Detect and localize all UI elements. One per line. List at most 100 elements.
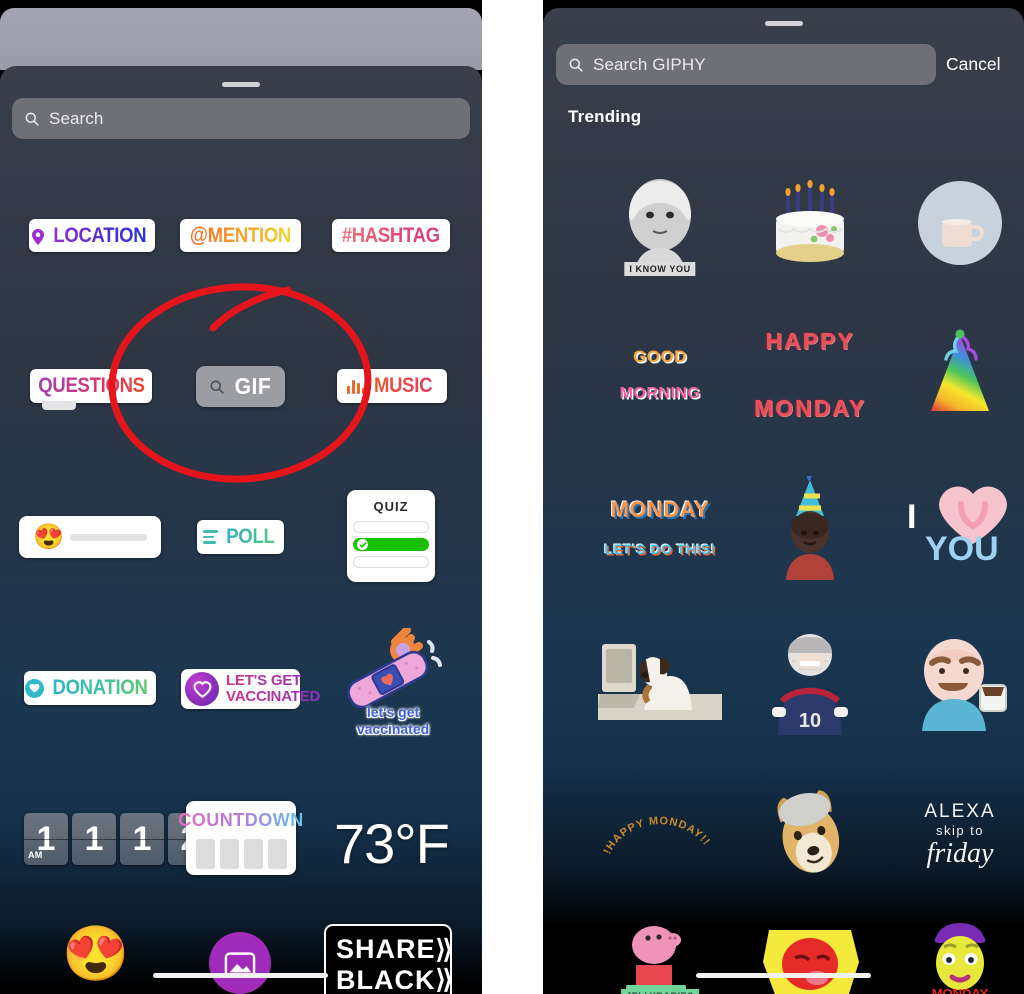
gif-caption: JELLYBABIES <box>621 989 699 994</box>
home-indicator[interactable] <box>696 973 871 978</box>
right-phone-panel: Search GIPHY Cancel Trending I KNOW YOU <box>543 0 1024 994</box>
gif-caption: I KNOW YOU <box>624 262 696 276</box>
share-black-line1: SHARE <box>336 934 436 964</box>
illustration-peppa <box>624 926 686 994</box>
photo-dog-computer <box>598 644 722 720</box>
sheet-grabber[interactable] <box>222 82 260 87</box>
sheet-grabber[interactable] <box>764 21 803 26</box>
sticker-bandage-vaccinated[interactable]: let's get vaccinated <box>333 626 453 748</box>
illustration-zombie <box>934 923 986 990</box>
arc-caption: !HAPPY MONDAY!! <box>601 815 711 856</box>
good-morning-line2: MORNING <box>619 384 701 402</box>
illustration-party-hat <box>931 329 989 411</box>
sticker-music-label: MUSIC <box>374 374 433 397</box>
sticker-share-black[interactable]: SHARE BLACK ⟩⟩ ⟩⟩ <box>324 924 453 994</box>
sticker-poll-label: POLL <box>226 525 275 548</box>
vaccinated-line1: LET'S GET <box>226 672 302 689</box>
good-morning-text: GOOD MORNING <box>620 330 701 421</box>
gif-doge[interactable] <box>735 780 885 890</box>
alexa-line1: ALEXA <box>924 800 996 822</box>
gif-happy-monday[interactable]: HAPPY MONDAY <box>735 320 885 430</box>
equalizer-bars-icon <box>347 379 366 394</box>
gif-birthday-cake[interactable] <box>735 168 885 278</box>
gif-peppa-pig[interactable]: JELLYBABIES <box>585 923 735 994</box>
quiz-option-3[interactable] <box>353 556 429 568</box>
sticker-mention[interactable]: @MENTION <box>180 219 301 252</box>
bandage-label: let's get vaccinated <box>333 704 453 738</box>
sticker-gif-selected[interactable]: GIF <box>196 366 285 407</box>
gif-happy-monday-arc[interactable]: !HAPPY MONDAY!! <box>585 780 735 890</box>
photo-bw-woman <box>629 179 691 275</box>
poll-bars-icon <box>203 530 219 544</box>
check-icon <box>357 539 368 550</box>
search-icon <box>569 58 583 72</box>
sticker-hashtag-label: #HASHTAG <box>341 223 441 247</box>
quiz-option-1[interactable] <box>353 521 429 533</box>
search-input[interactable]: Search <box>12 98 470 139</box>
giphy-sheet: Search GIPHY Cancel Trending I KNOW YOU <box>543 8 1024 994</box>
gif-i-love-you[interactable]: I YOU <box>885 473 1024 583</box>
alexa-text: ALEXA skip to friday <box>924 801 995 870</box>
sticker-temperature[interactable]: 73°F <box>334 811 450 876</box>
sticker-quiz[interactable]: QUIZ <box>347 490 435 582</box>
sticker-location-label: LOCATION <box>53 223 147 247</box>
vaccinated-label: LET'S GET VACCINATED <box>226 673 320 705</box>
gif-caption: MONDAY <box>931 986 989 994</box>
quiz-option-2-correct[interactable] <box>353 538 429 551</box>
giphy-search-input[interactable]: Search GIPHY <box>556 44 936 85</box>
svg-text:!HAPPY MONDAY!!: !HAPPY MONDAY!! <box>601 815 712 856</box>
sticker-emoji-heart-eyes[interactable]: 😍 <box>62 927 129 981</box>
sticker-donation[interactable]: DONATION <box>24 671 156 705</box>
home-indicator[interactable] <box>153 973 328 978</box>
heart-badge-icon <box>185 672 219 706</box>
emoji-slider-emoji: 😍 <box>33 522 65 551</box>
bandage-flower-icon <box>347 626 442 709</box>
sticker-mention-label: @MENTION <box>189 223 292 247</box>
sticker-purple-circle[interactable] <box>209 932 271 994</box>
search-icon <box>25 112 39 126</box>
search-icon <box>210 380 224 394</box>
sticker-hashtag[interactable]: #HASHTAG <box>332 219 450 252</box>
sticker-tray-sheet: Search LOCATION @MENTION #HASHTAG QUESTI… <box>0 66 482 994</box>
sticker-countdown[interactable]: COUNTDOWN <box>178 801 303 875</box>
photo-doge <box>777 790 840 873</box>
quiz-title: QUIZ <box>373 499 409 514</box>
illustration-coffee-man <box>922 639 1007 731</box>
i-love-you-line2: YOU <box>925 530 999 568</box>
gif-man-party-hat[interactable] <box>735 473 885 583</box>
sticker-questions-label: QUESTIONS <box>37 374 145 397</box>
sticker-donation-label: DONATION <box>52 676 149 699</box>
sticker-questions[interactable]: QUESTIONS <box>30 369 152 410</box>
sticker-lets-get-vaccinated[interactable]: LET'S GET VACCINATED <box>181 669 300 709</box>
gif-party-hat[interactable] <box>885 320 1024 430</box>
vaccinated-line2: VACCINATED <box>226 688 321 705</box>
gif-monday-lets-do-this[interactable]: MONDAY LET'S DO THIS! <box>585 473 735 583</box>
gif-alexa-skip-to-friday[interactable]: ALEXA skip to friday <box>885 780 1024 890</box>
emoji-slider-track[interactable] <box>70 533 147 541</box>
gif-football-player[interactable]: 10 <box>735 628 885 738</box>
countdown-slots <box>195 839 287 869</box>
cancel-button[interactable]: Cancel <box>946 54 1000 75</box>
photo-football: 10 <box>772 634 848 735</box>
gif-good-morning[interactable]: GOOD MORNING <box>585 320 735 430</box>
gif-monday-zombie[interactable]: MONDAY <box>885 923 1024 994</box>
clock-digit-2: 1 <box>72 813 116 865</box>
trending-section-title: Trending <box>568 107 642 126</box>
gif-coffee-mug[interactable] <box>885 168 1024 278</box>
sticker-location[interactable]: LOCATION <box>29 219 155 252</box>
gif-dog-at-computer[interactable] <box>585 628 735 738</box>
sticker-music[interactable]: MUSIC <box>337 369 447 403</box>
sticker-poll[interactable]: POLL <box>197 520 284 554</box>
peppa-art: JELLYBABIES <box>614 923 706 994</box>
clock-digit-3: 1 <box>120 813 164 865</box>
share-black-line2: BLACK <box>336 965 436 994</box>
clock-digit-1: AM 1 <box>24 813 68 865</box>
gif-cartoon-coffee-man[interactable] <box>885 628 1024 738</box>
gif-yellow-red-face[interactable] <box>735 923 885 994</box>
sticker-gif-label: GIF <box>234 373 271 399</box>
heart-in-circle-icon <box>25 678 45 698</box>
sticker-emoji-slider[interactable]: 😍 <box>19 516 161 558</box>
happy-monday-line1: HAPPY <box>765 327 855 354</box>
photo-cake <box>776 180 844 262</box>
gif-i-know-you[interactable]: I KNOW YOU <box>585 168 735 278</box>
